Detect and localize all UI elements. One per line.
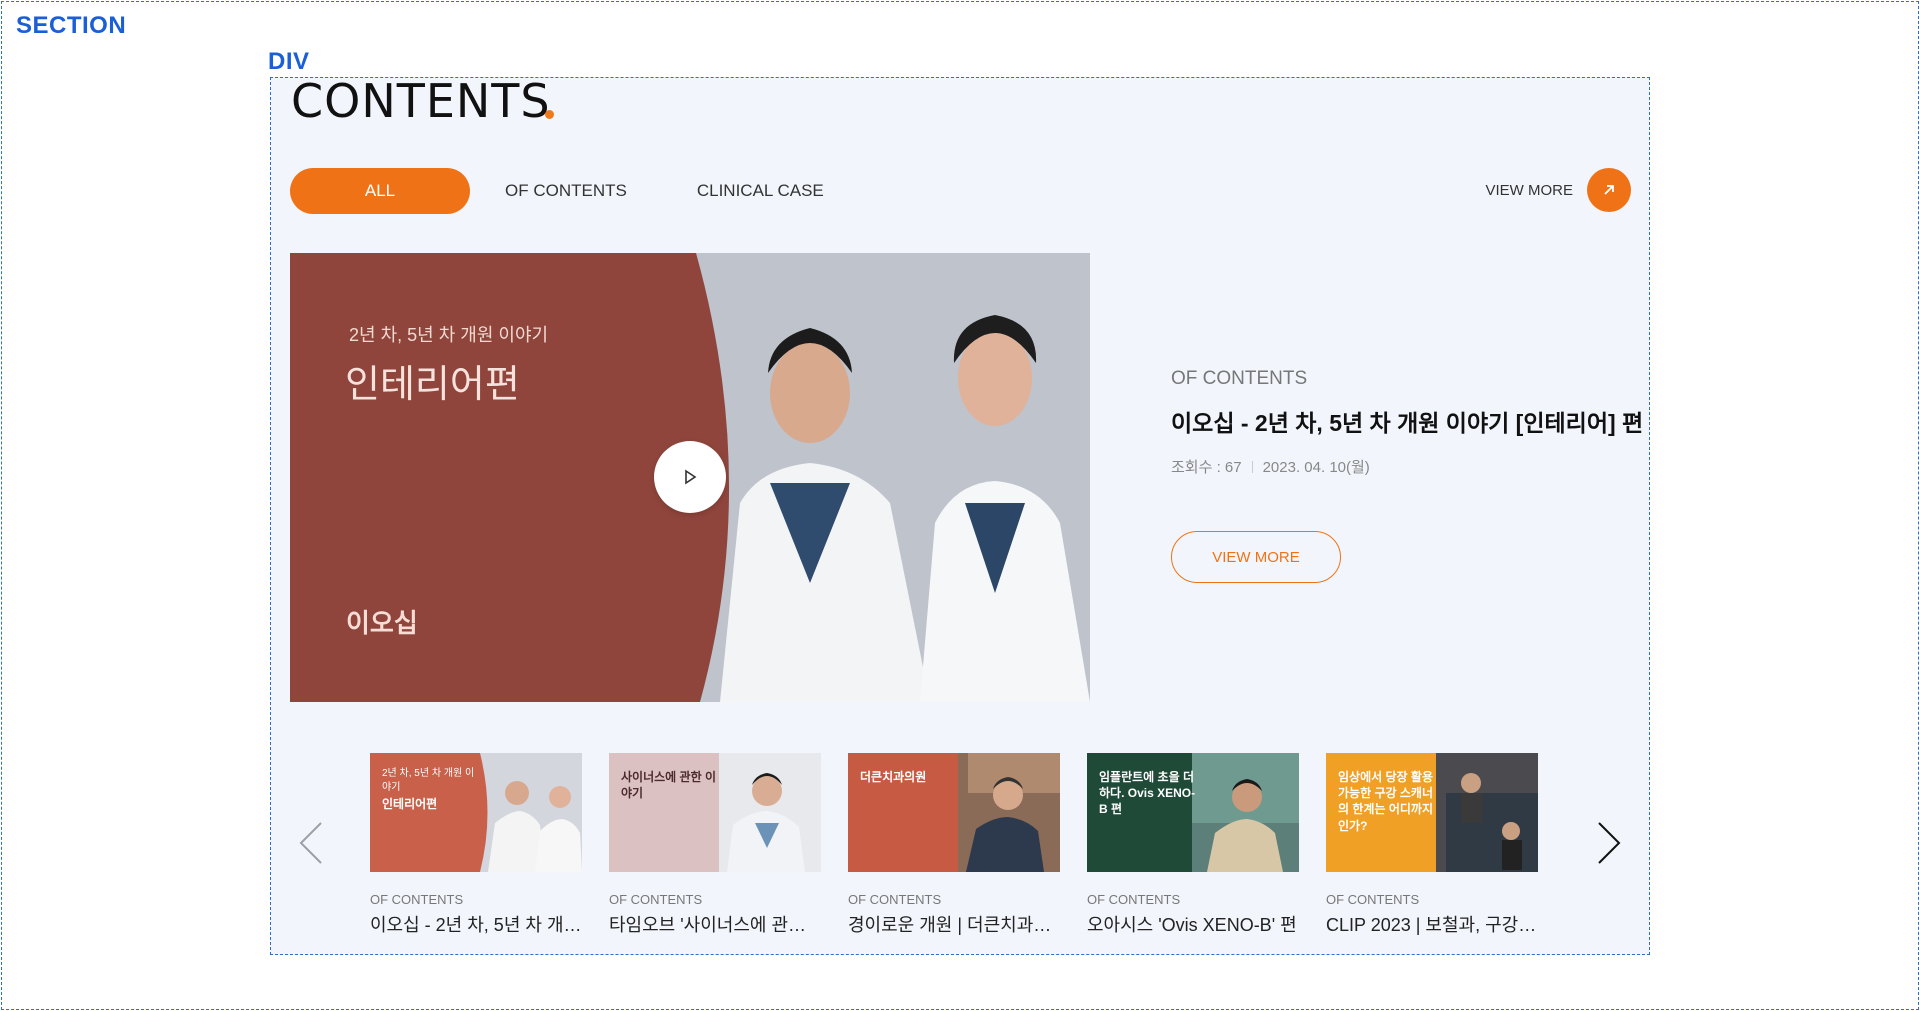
div-tag: DIV [268, 48, 310, 75]
thumbnail-overlay: 2년 차, 5년 차 개원 이야기 인테리어편 [382, 768, 475, 811]
thumbnail-title[interactable]: 타임오브 '사이너스에 관한 이야기' [609, 911, 821, 937]
view-more-link[interactable]: VIEW MORE [1485, 168, 1631, 212]
thumbnail-overlay: 임상에서 당장 활용 가능한 구강 스캐너의 한계는 어디까지인가? [1338, 770, 1433, 833]
thumbnail-overlay: 사이너스에 관한 이야기 [621, 770, 716, 801]
play-button[interactable] [654, 441, 726, 513]
thumbnail-category: OF CONTENTS [370, 892, 464, 907]
contents-container: CONTENTS ALL OF CONTENTS CLINICAL CASE V… [270, 74, 1650, 955]
section-title: CONTENTS [291, 74, 551, 128]
thumbnail-title[interactable]: 이오십 - 2년 차, 5년 차 개원 이야기 [인테리어] 편 [370, 911, 582, 937]
featured-info: OF CONTENTS 이오십 - 2년 차, 5년 차 개원 이야기 [인테리… [1171, 368, 1643, 583]
tab-all[interactable]: ALL [290, 168, 470, 214]
hero-logo: 이오십 [346, 608, 418, 638]
thumbnail-image: 더큰치과의원 [848, 753, 1060, 872]
thumbnail-category: OF CONTENTS [1087, 892, 1181, 907]
thumbnail-item[interactable]: 임플란트에 초을 더하다. Ovis XENO-B 편 OF CONTENTS … [1087, 753, 1299, 937]
view-more-label: VIEW MORE [1485, 181, 1573, 199]
tab-clinical-case[interactable]: CLINICAL CASE [662, 168, 859, 214]
next-arrow-icon[interactable] [1589, 813, 1629, 873]
thumbnail-image: 임플란트에 초을 더하다. Ovis XENO-B 편 [1087, 753, 1299, 872]
featured-video[interactable]: 2년 차, 5년 차 개원 이야기 인테리어편 이오십 [290, 253, 1090, 702]
thumbnail-carousel: 2년 차, 5년 차 개원 이야기 인테리어편 OF CONTENTS 이오십 … [271, 753, 1649, 943]
featured-category: OF CONTENTS [1171, 368, 1308, 389]
prev-arrow-icon[interactable] [291, 813, 331, 873]
section-tag: SECTION [16, 12, 127, 39]
thumbnail-image: 임상에서 당장 활용 가능한 구강 스캐너의 한계는 어디까지인가? [1326, 753, 1538, 872]
thumbnail-item[interactable]: 더큰치과의원 OF CONTENTS 경이로운 개원 | 더큰치과의원 [848, 753, 1060, 937]
thumbnail-item[interactable]: 임상에서 당장 활용 가능한 구강 스캐너의 한계는 어디까지인가? OF CO… [1326, 753, 1538, 937]
title-dot [545, 110, 554, 119]
hero-title: 인테리어편 [345, 364, 520, 406]
thumbnail-title[interactable]: 경이로운 개원 | 더큰치과의원 [848, 911, 1060, 937]
featured-title[interactable]: 이오십 - 2년 차, 5년 차 개원 이야기 [인테리어] 편 [1171, 404, 1643, 438]
thumbnail-category: OF CONTENTS [609, 892, 703, 907]
featured-meta: 조회수 : 67 2023. 04. 10(월) [1171, 456, 1643, 477]
thumbnail-item[interactable]: 2년 차, 5년 차 개원 이야기 인테리어편 OF CONTENTS 이오십 … [370, 753, 582, 937]
featured-view-more-button[interactable]: VIEW MORE [1171, 531, 1341, 583]
meta-divider [1251, 460, 1253, 473]
post-date: 2023. 04. 10(월) [1262, 459, 1370, 476]
views-count: 조회수 : 67 [1171, 459, 1242, 476]
thumbnail-category: OF CONTENTS [1326, 892, 1420, 907]
play-icon [685, 469, 697, 485]
thumbnail-list: 2년 차, 5년 차 개원 이야기 인테리어편 OF CONTENTS 이오십 … [370, 753, 1538, 937]
thumbnail-overlay: 임플란트에 초을 더하다. Ovis XENO-B 편 [1099, 770, 1196, 817]
hero-subtitle: 2년 차, 5년 차 개원 이야기 [349, 325, 549, 345]
thumbnail-image: 사이너스에 관한 이야기 [609, 753, 821, 872]
thumbnail-image: 2년 차, 5년 차 개원 이야기 인테리어편 [370, 753, 582, 872]
thumbnail-title[interactable]: CLIP 2023 | 보철과, 구강 스캐너 [1326, 911, 1538, 937]
thumbnail-title[interactable]: 오아시스 'Ovis XENO-B' 편 [1087, 911, 1299, 937]
thumbnail-category: OF CONTENTS [848, 892, 942, 907]
thumbnail-item[interactable]: 사이너스에 관한 이야기 OF CONTENTS 타임오브 '사이너스에 관한 … [609, 753, 821, 937]
category-tabs: ALL OF CONTENTS CLINICAL CASE [290, 168, 859, 214]
tab-of-contents[interactable]: OF CONTENTS [470, 168, 662, 214]
thumbnail-overlay: 더큰치과의원 [860, 770, 927, 784]
arrow-up-right-icon[interactable] [1587, 168, 1631, 212]
